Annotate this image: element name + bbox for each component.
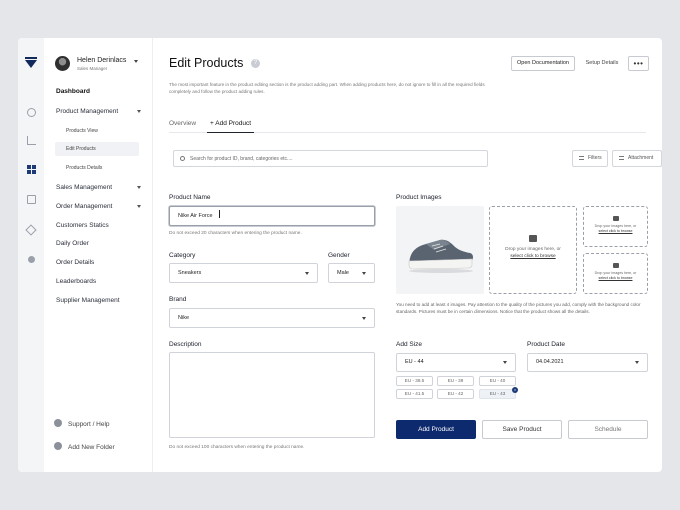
setup-details-button[interactable]: Setup Details bbox=[581, 56, 623, 71]
sidebar-item-product-management[interactable]: Product Management bbox=[56, 108, 141, 115]
image-icon bbox=[612, 263, 619, 268]
app-window: Helen Derinlacs Sales Manager Dashboard … bbox=[18, 38, 662, 472]
sidebar-item-products-details[interactable]: Products Details bbox=[66, 165, 102, 171]
image-icon bbox=[612, 216, 619, 221]
grid-icon[interactable] bbox=[27, 165, 36, 174]
sidebar-item-supplier-management[interactable]: Supplier Management bbox=[56, 297, 120, 304]
sidebar-item-label: Order Management bbox=[56, 203, 113, 210]
tab-add-product[interactable]: + Add Product bbox=[207, 120, 255, 133]
product-name-hint: Do not exceed 20 characters when enterin… bbox=[169, 231, 302, 236]
schedule-button[interactable]: Schedule bbox=[568, 420, 648, 439]
sidebar-item-order-management[interactable]: Order Management bbox=[56, 203, 141, 210]
gender-select[interactable]: Male bbox=[328, 263, 375, 283]
help-icon bbox=[54, 419, 62, 427]
product-date-label: Product Date bbox=[527, 341, 565, 348]
description-textarea[interactable] bbox=[169, 352, 375, 438]
main-content: Edit Products ? Open Documentation Setup… bbox=[153, 38, 662, 472]
brand-label: Brand bbox=[169, 296, 187, 303]
sidebar-item-leaderboards[interactable]: Leaderboards bbox=[56, 278, 96, 285]
avatar bbox=[55, 56, 70, 71]
more-options-button[interactable]: ••• bbox=[628, 56, 649, 71]
size-chip[interactable]: EU - 39 bbox=[437, 376, 474, 386]
chart-icon[interactable] bbox=[27, 136, 36, 145]
add-size-label: Add Size bbox=[396, 341, 423, 348]
category-select[interactable]: Sneakers bbox=[169, 263, 318, 283]
product-name-label: Product Name bbox=[169, 194, 211, 201]
sidebar-item-products-view[interactable]: Products View bbox=[66, 128, 98, 134]
brand-select[interactable]: Nike bbox=[169, 308, 375, 328]
chevron-down-icon bbox=[137, 186, 141, 189]
text-cursor bbox=[218, 210, 220, 218]
category-label: Category bbox=[169, 252, 196, 259]
image-dropzone-main[interactable]: Drop your images here, or select click t… bbox=[489, 206, 577, 294]
logo-icon[interactable] bbox=[25, 57, 37, 68]
browse-link[interactable]: select click to browse bbox=[584, 276, 647, 281]
size-select[interactable]: EU - 44 bbox=[396, 353, 516, 372]
save-product-button[interactable]: Save Product bbox=[482, 420, 562, 439]
sidebar-item-order-details[interactable]: Order Details bbox=[56, 259, 94, 266]
add-folder-button[interactable]: Add New Folder bbox=[54, 442, 115, 451]
size-chip-selected[interactable]: EU - 43 × bbox=[479, 387, 518, 399]
chevron-down-icon bbox=[305, 272, 309, 275]
chevron-down-icon bbox=[503, 361, 507, 364]
sidebar-item-label: Sales Management bbox=[56, 184, 113, 191]
close-icon[interactable]: × bbox=[512, 387, 518, 393]
sidebar-item-label: Product Management bbox=[56, 108, 119, 115]
plus-icon bbox=[54, 442, 62, 450]
circle-icon[interactable] bbox=[27, 108, 36, 117]
tab-bar: Overview + Add Product bbox=[169, 120, 646, 133]
image-requirements-note: You need to add at least 4 images. Pay a… bbox=[396, 302, 641, 314]
page-title: Edit Products bbox=[169, 56, 244, 70]
image-dropzone-small-2[interactable]: Drop your images here, or select click t… bbox=[583, 253, 648, 294]
support-link[interactable]: Support / Help bbox=[54, 419, 110, 428]
filters-button[interactable]: Filters bbox=[572, 150, 608, 167]
sneaker-icon bbox=[408, 239, 473, 273]
size-chip[interactable]: EU - 41.5 bbox=[396, 389, 433, 399]
open-documentation-button[interactable]: Open Documentation bbox=[511, 56, 575, 71]
chevron-down-icon bbox=[137, 205, 141, 208]
chevron-down-icon bbox=[137, 110, 141, 113]
icon-rail bbox=[18, 38, 44, 472]
attachment-icon bbox=[619, 156, 624, 160]
page-description: The most important feature in the produc… bbox=[169, 82, 485, 94]
add-product-button[interactable]: Add Product bbox=[396, 420, 476, 439]
filter-icon bbox=[579, 156, 584, 160]
sidebar-item-daily-order[interactable]: Daily Order bbox=[56, 240, 89, 247]
browse-link[interactable]: select click to browse bbox=[490, 254, 576, 261]
help-icon[interactable]: ? bbox=[251, 59, 260, 68]
search-bar bbox=[173, 150, 488, 167]
chevron-down-icon[interactable] bbox=[134, 60, 138, 63]
search-icon bbox=[180, 155, 185, 161]
sidebar-item-sales-management[interactable]: Sales Management bbox=[56, 184, 141, 191]
tab-overview[interactable]: Overview bbox=[169, 120, 196, 127]
product-image[interactable] bbox=[396, 206, 484, 294]
size-chip[interactable]: EU - 40 bbox=[479, 376, 516, 386]
sidebar-item-edit-products[interactable]: Edit Products bbox=[55, 142, 139, 156]
user-role: Sales Manager bbox=[77, 66, 108, 71]
size-chip[interactable]: EU - 42 bbox=[437, 389, 474, 399]
cube-icon[interactable] bbox=[25, 224, 37, 236]
image-dropzone-small-1[interactable]: Drop your images here, or select click t… bbox=[583, 206, 648, 247]
size-chip[interactable]: EU - 38.5 bbox=[396, 376, 433, 386]
chevron-down-icon bbox=[635, 361, 639, 364]
attachment-button[interactable]: Attachment bbox=[612, 150, 662, 167]
product-images-label: Product Images bbox=[396, 194, 442, 201]
document-icon[interactable] bbox=[27, 195, 36, 204]
product-date-select[interactable]: 04.04.2021 bbox=[527, 353, 648, 372]
sidebar-item-customers-statics[interactable]: Customers Statics bbox=[56, 222, 109, 229]
sidebar-item-dashboard[interactable]: Dashboard bbox=[56, 88, 90, 95]
user-name: Helen Derinlacs bbox=[77, 57, 127, 64]
product-name-input[interactable]: Nike Air Force bbox=[169, 206, 375, 226]
chevron-down-icon bbox=[362, 317, 366, 320]
search-input[interactable] bbox=[190, 152, 480, 165]
description-label: Description bbox=[169, 341, 202, 348]
image-icon bbox=[529, 235, 537, 242]
description-hint: Do not exceed 100 characters when enteri… bbox=[169, 445, 305, 450]
browse-link[interactable]: select click to browse bbox=[584, 229, 647, 234]
sidebar: Helen Derinlacs Sales Manager Dashboard … bbox=[44, 38, 153, 472]
dot-icon[interactable] bbox=[28, 256, 35, 263]
gender-label: Gender bbox=[328, 252, 350, 259]
chevron-down-icon bbox=[362, 272, 366, 275]
